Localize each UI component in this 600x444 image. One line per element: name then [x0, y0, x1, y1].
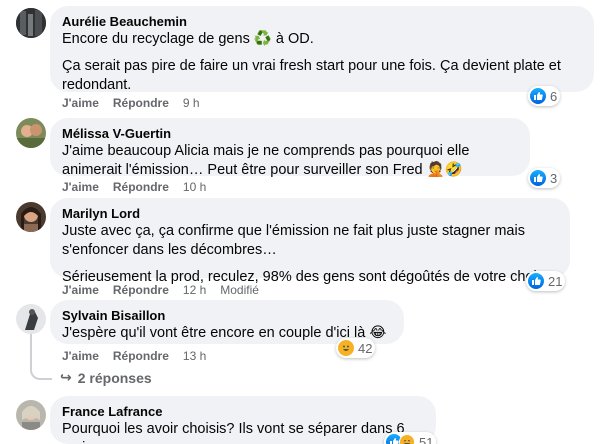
- comment-actions: J'aime Répondre 9 h: [62, 96, 214, 110]
- comment-actions: J'aime Répondre 10 h: [62, 180, 220, 194]
- avatar-image: [16, 400, 46, 430]
- reply-button[interactable]: Répondre: [113, 96, 169, 110]
- like-button[interactable]: J'aime: [62, 283, 99, 297]
- view-replies-link[interactable]: ↪ 2 réponses: [60, 369, 152, 386]
- comment-bubble: Aurélie Beauchemin Encore du recyclage d…: [50, 6, 594, 93]
- comment-author[interactable]: Sylvain Bisaillon: [62, 307, 392, 324]
- comment-text: Juste avec ça, ça confirme que l'émissio…: [62, 223, 525, 258]
- avatar[interactable]: [16, 202, 46, 232]
- comment-bubble: Marilyn Lord Juste avec ça, ça confirme …: [50, 198, 570, 285]
- like-button[interactable]: J'aime: [62, 180, 99, 194]
- avatar[interactable]: [16, 118, 46, 148]
- reaction-count: 6: [550, 88, 558, 104]
- reaction-summary[interactable]: 6: [528, 86, 561, 106]
- reply-arrow-icon: ↪: [60, 369, 72, 385]
- avatar[interactable]: [16, 304, 46, 334]
- timestamp[interactable]: 12 h: [183, 283, 206, 297]
- timestamp[interactable]: 9 h: [183, 96, 200, 110]
- comment-author[interactable]: Marilyn Lord: [62, 205, 558, 222]
- reaction-count: 21: [548, 273, 563, 289]
- comment-text: Encore du recyclage de gens ♻️ à OD.: [62, 31, 314, 47]
- avatar-image: [16, 304, 46, 334]
- haha-reaction-icon: [399, 434, 415, 444]
- timestamp[interactable]: 13 h: [183, 349, 206, 363]
- like-reaction-icon: [528, 273, 544, 289]
- reaction-count: 3: [550, 170, 558, 186]
- avatar-image: [16, 8, 46, 38]
- reaction-summary[interactable]: 3: [528, 168, 561, 188]
- thread-connector-curve: [30, 360, 52, 380]
- like-reaction-icon: [530, 88, 546, 104]
- reaction-summary[interactable]: 51: [384, 432, 437, 444]
- comment-bubble: France Lafrance Pourquoi les avoir chois…: [50, 396, 436, 444]
- comment-author[interactable]: Mélissa V-Guertin: [62, 125, 518, 142]
- edited-label[interactable]: Modifié: [220, 283, 259, 297]
- avatar[interactable]: [16, 400, 46, 430]
- avatar[interactable]: [16, 8, 46, 38]
- comment-actions: J'aime Répondre 12 h Modifié: [62, 283, 259, 297]
- comment-text: J'aime beaucoup Alicia mais je ne compre…: [62, 143, 470, 178]
- like-reaction-icon: [530, 170, 546, 186]
- reaction-count: 42: [358, 340, 373, 356]
- comment-actions: J'aime Répondre 13 h: [62, 349, 220, 363]
- comment-author[interactable]: Aurélie Beauchemin: [62, 13, 582, 30]
- like-button[interactable]: J'aime: [62, 96, 99, 110]
- reaction-summary[interactable]: 21: [526, 271, 566, 291]
- reply-button[interactable]: Répondre: [113, 283, 169, 297]
- comment-text: Pourquoi les avoir choisis? Ils vont se …: [62, 421, 405, 444]
- replies-label: 2 réponses: [77, 369, 152, 386]
- reply-button[interactable]: Répondre: [113, 180, 169, 194]
- like-button[interactable]: J'aime: [62, 349, 99, 363]
- avatar-image: [16, 118, 46, 148]
- comment-bubble: Mélissa V-Guertin J'aime beaucoup Alicia…: [50, 118, 530, 178]
- reaction-count: 51: [419, 434, 434, 444]
- reply-button[interactable]: Répondre: [113, 349, 169, 363]
- like-reaction-icon: [338, 340, 354, 356]
- timestamp[interactable]: 10 h: [183, 180, 206, 194]
- reaction-summary[interactable]: 42: [336, 338, 376, 358]
- comment-text: Ça serait pas pire de faire un vrai fres…: [62, 58, 561, 93]
- comment-author[interactable]: France Lafrance: [62, 403, 424, 420]
- avatar-image: [16, 202, 46, 232]
